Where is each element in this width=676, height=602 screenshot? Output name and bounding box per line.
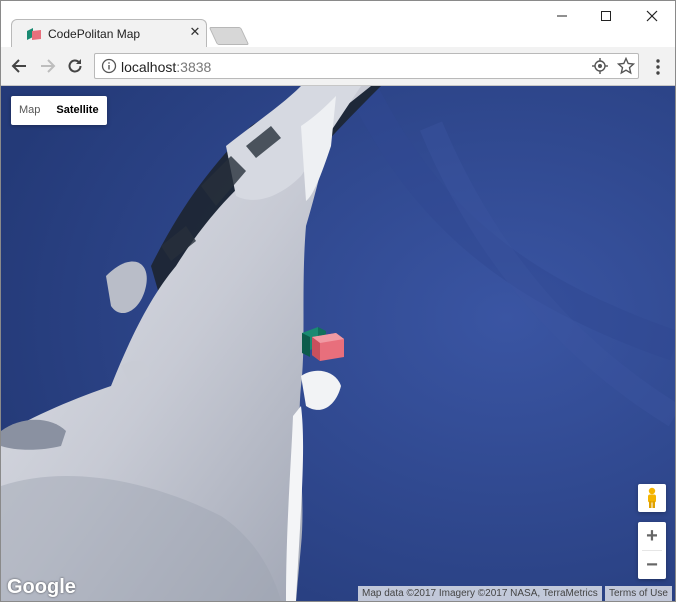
- street-view-pegman-button[interactable]: [638, 484, 666, 512]
- map-marker-icon[interactable]: [300, 323, 346, 363]
- back-button[interactable]: [8, 55, 30, 77]
- new-tab-button[interactable]: [208, 27, 250, 45]
- back-arrow-icon: [11, 59, 26, 73]
- reload-button[interactable]: [64, 55, 86, 77]
- tab-title: CodePolitan Map: [48, 27, 141, 41]
- zoom-out-button[interactable]: −: [638, 551, 666, 579]
- url-host: localhost: [121, 59, 177, 75]
- map-attribution: Map data ©2017 Imagery ©2017 NASA, Terra…: [358, 586, 602, 601]
- info-icon[interactable]: [101, 58, 117, 74]
- reload-icon: [68, 59, 82, 73]
- close-icon: [646, 10, 658, 22]
- zoom-in-button[interactable]: +: [638, 522, 666, 550]
- minimize-icon: [557, 15, 567, 17]
- zoom-control: + −: [638, 522, 666, 579]
- tab-codepolitan-map[interactable]: CodePolitan Map ✕: [11, 19, 207, 47]
- map-type-control: Map Satellite: [11, 96, 107, 125]
- browser-toolbar: localhost:3838: [1, 47, 675, 86]
- map-type-map-button[interactable]: Map: [11, 96, 48, 125]
- map-type-satellite-button[interactable]: Satellite: [48, 96, 106, 125]
- location-icon[interactable]: [592, 58, 608, 74]
- maximize-button[interactable]: [583, 1, 629, 31]
- codepolitan-favicon-icon: [27, 28, 41, 40]
- forward-arrow-icon: [41, 59, 56, 73]
- close-window-button[interactable]: [629, 1, 675, 31]
- address-bar[interactable]: localhost:3838: [94, 53, 639, 79]
- pegman-icon: [648, 487, 656, 508]
- menu-icon[interactable]: [648, 57, 668, 77]
- url-port: :3838: [176, 59, 212, 75]
- terms-of-use-link[interactable]: Terms of Use: [605, 586, 672, 601]
- maximize-icon: [601, 11, 611, 21]
- tab-close-icon[interactable]: ✕: [188, 25, 202, 39]
- forward-button[interactable]: [37, 55, 59, 77]
- minimize-button[interactable]: [539, 1, 585, 31]
- browser-window: CodePolitan Map ✕ localhost:3838 Map Sat…: [0, 0, 676, 602]
- star-icon[interactable]: [617, 57, 635, 75]
- google-logo[interactable]: Google: [7, 576, 76, 599]
- url-text[interactable]: localhost:3838: [121, 59, 211, 75]
- satellite-map[interactable]: Map Satellite + − Google Map data ©2017 …: [1, 86, 675, 601]
- tab-strip: CodePolitan Map ✕: [1, 1, 675, 47]
